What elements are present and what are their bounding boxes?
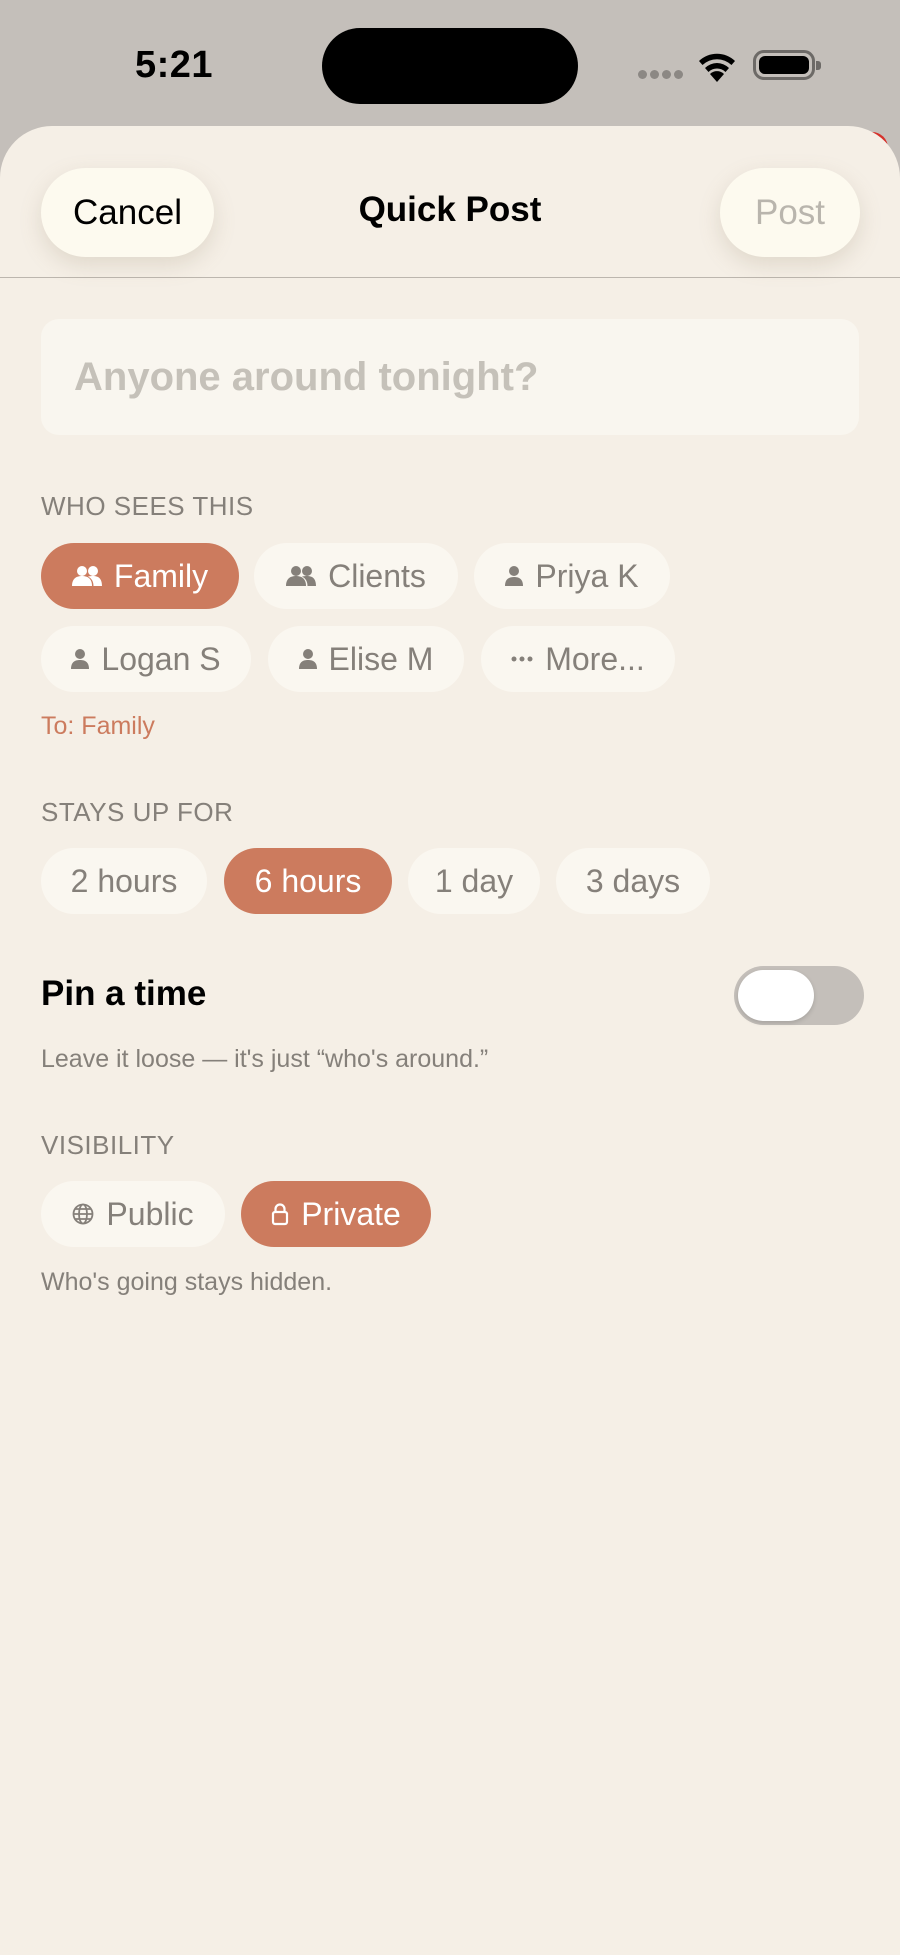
chip-label: 3 days bbox=[585, 862, 681, 899]
pin-time-title: Pin a time bbox=[41, 974, 207, 1013]
globe-icon bbox=[73, 1203, 94, 1225]
chip-label: Public bbox=[106, 1195, 194, 1232]
person-icon bbox=[71, 649, 90, 669]
status-time: 5:21 bbox=[135, 44, 214, 86]
ellipsis-icon bbox=[511, 656, 533, 662]
quick-post-sheet: Cancel Quick Post Post Anyone around ton… bbox=[0, 126, 900, 1955]
audience-chip-logan-s[interactable]: Logan S bbox=[41, 626, 251, 692]
toggle-knob bbox=[738, 970, 814, 1021]
cellular-signal-icon bbox=[638, 70, 684, 82]
post-text-input[interactable]: Anyone around tonight? bbox=[41, 319, 859, 435]
lock-icon bbox=[272, 1203, 289, 1226]
visibility-option-public[interactable]: Public bbox=[41, 1181, 225, 1247]
chip-label: Private bbox=[301, 1195, 401, 1232]
audience-chip-priya-k[interactable]: Priya K bbox=[474, 543, 670, 609]
sheet-header: Cancel Quick Post Post bbox=[0, 126, 900, 278]
battery-icon bbox=[753, 50, 821, 80]
dynamic-island bbox=[322, 28, 578, 104]
chip-label: Clients bbox=[328, 557, 426, 594]
chip-label: Priya K bbox=[535, 557, 639, 594]
person-icon bbox=[298, 649, 317, 669]
chip-label: Logan S bbox=[101, 640, 221, 677]
chip-label: Elise M bbox=[328, 640, 434, 677]
visibility-section-label: VISIBILITY bbox=[41, 1130, 175, 1160]
duration-section-label: STAYS UP FOR bbox=[41, 797, 234, 827]
audience-chip-elise-m[interactable]: Elise M bbox=[268, 626, 464, 692]
duration-option-3-days[interactable]: 3 days bbox=[556, 848, 710, 914]
duration-option-6-hours[interactable]: 6 hours bbox=[224, 848, 392, 914]
pin-time-description: Leave it loose — it's just “who's around… bbox=[41, 1045, 489, 1073]
audience-section-label: WHO SEES THIS bbox=[41, 491, 254, 521]
status-bar: 5:21 bbox=[0, 0, 900, 125]
post-button[interactable]: Post bbox=[720, 168, 860, 257]
visibility-description: Who's going stays hidden. bbox=[41, 1268, 333, 1296]
chip-label: 1 day bbox=[434, 862, 514, 899]
audience-chip-clients[interactable]: Clients bbox=[254, 543, 458, 609]
visibility-option-private[interactable]: Private bbox=[241, 1181, 431, 1247]
audience-chip-family[interactable]: Family bbox=[41, 543, 239, 609]
chip-label: 2 hours bbox=[70, 862, 178, 899]
chip-label: 6 hours bbox=[254, 862, 362, 899]
people-icon bbox=[286, 566, 317, 586]
chip-label: More... bbox=[545, 640, 645, 677]
duration-option-1-day[interactable]: 1 day bbox=[408, 848, 540, 914]
pin-time-toggle[interactable] bbox=[734, 966, 864, 1025]
wifi-icon bbox=[697, 48, 737, 82]
audience-chip-more[interactable]: More... bbox=[481, 626, 675, 692]
chip-label: Family bbox=[113, 557, 209, 594]
person-icon bbox=[505, 566, 524, 586]
audience-recipients-text: To: Family bbox=[41, 712, 155, 740]
people-icon bbox=[71, 566, 102, 586]
duration-option-2-hours[interactable]: 2 hours bbox=[41, 848, 207, 914]
